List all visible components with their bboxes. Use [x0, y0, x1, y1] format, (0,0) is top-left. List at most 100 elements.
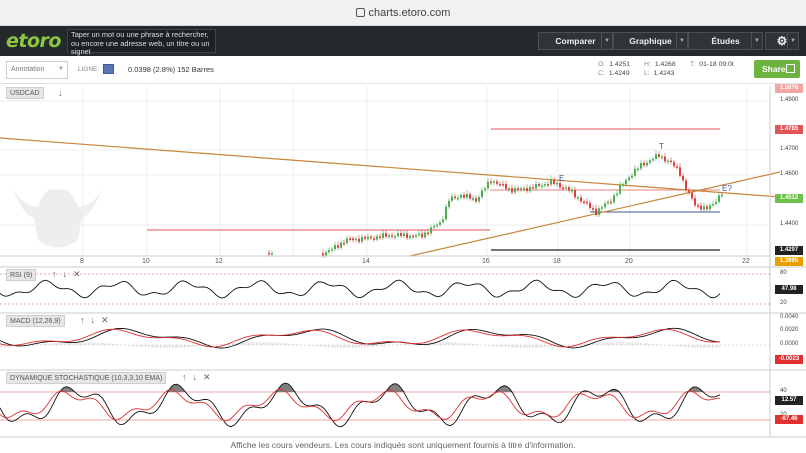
browser-url-bar[interactable]: charts.etoro.com — [0, 0, 806, 26]
candle-body — [325, 252, 327, 256]
candle-body — [673, 162, 675, 167]
y-tick-4: 1.4400 — [780, 221, 799, 227]
stoch-d-badge: -87.46 — [775, 415, 803, 424]
candle-body — [478, 197, 480, 202]
line-color-swatch[interactable] — [103, 64, 114, 74]
candle-body — [442, 219, 444, 223]
candle-body — [550, 179, 552, 185]
candle-body — [385, 233, 387, 237]
studies-button[interactable]: Études ▼ — [688, 32, 763, 50]
share-button[interactable]: Share — [754, 60, 800, 78]
panel-controls-icon[interactable]: ↑↓✕ — [52, 269, 87, 280]
y-tick-2: 1.4700 — [780, 146, 799, 152]
ohlc-close: C: 1.4249 — [598, 70, 630, 77]
candle-body — [355, 238, 357, 241]
candle-body — [337, 245, 339, 248]
disclaimer-footer: Affiche les cours vendeurs. Les cours in… — [230, 440, 576, 450]
studies-label: Études — [711, 36, 740, 46]
macd-label[interactable]: MACD (12,26,9) — [6, 315, 65, 327]
bull-watermark-icon — [12, 185, 104, 248]
candle-body — [538, 183, 540, 186]
candle-body — [472, 198, 474, 200]
panel-controls-icon[interactable]: ↑↓✕ — [182, 372, 217, 383]
candle-body — [691, 192, 693, 199]
candle-body — [514, 188, 516, 193]
candle-body — [358, 238, 360, 242]
candle-body — [709, 205, 711, 210]
chevron-down-icon: ▼ — [751, 33, 762, 49]
macd-tick: 0.0040 — [780, 314, 799, 320]
candle-body — [643, 162, 645, 166]
candle-body — [415, 235, 417, 237]
candle-body — [694, 198, 696, 206]
macd-tick: 0.0020 — [780, 327, 799, 333]
x-tick: 20 — [625, 258, 633, 265]
candle-body — [421, 233, 423, 238]
candle-body — [388, 235, 390, 237]
rsi-tick: 20 — [780, 300, 787, 306]
price-badge-level: 1.4297 — [775, 246, 803, 255]
panel-controls-icon[interactable]: ↑↓✕ — [80, 315, 115, 326]
candle-body — [481, 190, 483, 198]
collapse-arrow-icon[interactable]: ↓ — [58, 88, 69, 98]
annotation-select[interactable]: Annotation ▼ — [6, 61, 68, 79]
candle-body — [406, 233, 408, 239]
candle-body — [721, 194, 723, 197]
candle-body — [715, 201, 717, 204]
stoch-tick: 40 — [780, 388, 787, 394]
rsi-tick: 80 — [780, 270, 787, 276]
stoch-label[interactable]: DYNAMIQUE STOCHASTIQUE (10,3,3,10 EMA) — [6, 372, 167, 384]
rsi-guides — [0, 273, 770, 305]
candle-body — [466, 194, 468, 198]
candle-body — [376, 236, 378, 240]
chart-button[interactable]: Graphique ▼ — [613, 32, 688, 50]
candle-body — [634, 168, 636, 176]
settings-button[interactable]: ⚙ ▼ — [765, 32, 799, 50]
candle-body — [631, 175, 633, 178]
candle-body — [592, 208, 594, 210]
symbol-label[interactable]: USDCAD — [6, 87, 44, 99]
compare-button[interactable]: Comparer ▼ — [538, 32, 613, 50]
candle-body — [457, 197, 459, 200]
candle-body — [493, 181, 495, 183]
candle-body — [436, 224, 438, 227]
candle-body — [499, 183, 501, 186]
candle-body — [529, 187, 531, 192]
candle-body — [460, 194, 462, 198]
candle-body — [568, 187, 570, 191]
search-input[interactable]: Taper un mot ou une phrase à rechercher,… — [67, 29, 216, 56]
compare-label: Comparer — [555, 36, 596, 46]
candle-body — [346, 238, 348, 244]
share-icon — [786, 64, 795, 73]
candle-body — [685, 180, 687, 191]
candle-body — [349, 238, 351, 240]
candle-body — [544, 184, 546, 186]
stoch-k-line — [0, 382, 721, 428]
gear-icon: ⚙ — [776, 34, 788, 48]
candle-body — [556, 182, 558, 185]
candle-body — [271, 253, 273, 255]
etoro-logo[interactable]: etoro — [6, 30, 66, 52]
candle-body — [547, 184, 549, 186]
candle-body — [670, 160, 672, 163]
candle-body — [490, 181, 492, 184]
stoch-d-line — [0, 388, 721, 422]
rsi-label[interactable]: RSI (9) — [6, 269, 37, 281]
candle-body — [352, 238, 354, 241]
candle-body — [532, 187, 534, 189]
candle-body — [424, 232, 426, 238]
stoch-overbought-fill — [0, 383, 722, 392]
price-badge-top: 1.5076 — [775, 84, 803, 93]
url-text: charts.etoro.com — [368, 6, 451, 19]
x-tick: 14 — [362, 258, 370, 265]
annotation-t: T — [659, 142, 664, 151]
chart-toolbar: Annotation ▼ LIGNE: 0.0398 (2.8%) 152 Ba… — [0, 56, 806, 84]
candle-body — [565, 187, 567, 189]
candle-body — [373, 238, 375, 240]
change-readout: 0.0398 (2.8%) 152 Barres — [128, 65, 214, 74]
annotation-e-question: E? — [722, 184, 732, 193]
y-tick-3: 1.4600 — [780, 171, 799, 177]
stoch-k-badge: 12.57 — [775, 396, 803, 405]
x-tick: 18 — [553, 258, 561, 265]
candle-body — [508, 188, 510, 190]
